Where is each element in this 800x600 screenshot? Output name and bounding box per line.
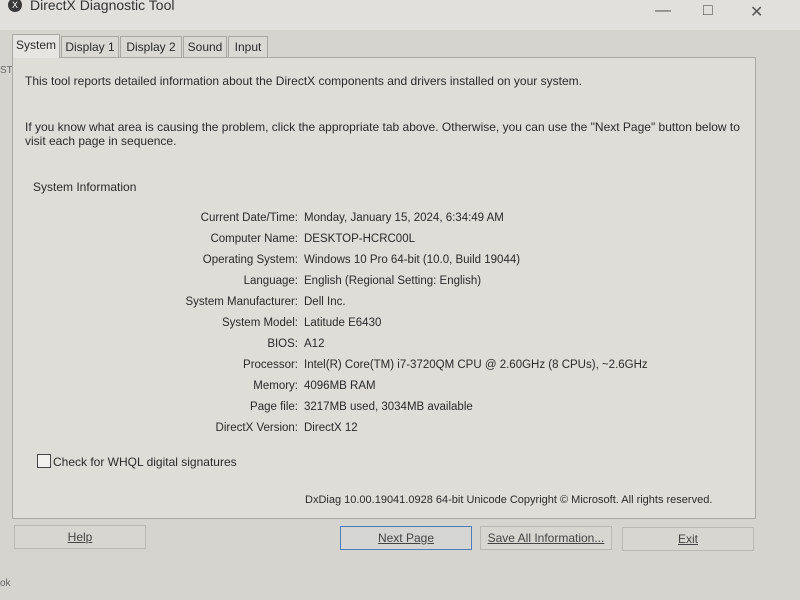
info-label: DirectX Version:: [215, 422, 298, 434]
info-row-memory: Memory: 4096MB RAM: [13, 380, 755, 400]
close-icon[interactable]: ✕: [750, 2, 763, 22]
info-value: A12: [304, 338, 325, 350]
background-window-edge-text: ok: [0, 578, 11, 589]
info-value: DirectX 12: [304, 422, 358, 434]
info-row-page-file: Page file: 3217MB used, 3034MB available: [13, 401, 755, 421]
info-label: Page file:: [250, 401, 298, 413]
section-title: System Information: [33, 180, 137, 194]
copyright-text: DxDiag 10.00.19041.0928 64-bit Unicode C…: [305, 494, 713, 506]
info-label: System Manufacturer:: [185, 296, 298, 308]
info-value: Latitude E6430: [304, 317, 382, 329]
help-button[interactable]: Help: [14, 525, 146, 549]
info-label: System Model:: [221, 317, 298, 329]
info-label: Processor:: [243, 359, 298, 371]
info-value: Dell Inc.: [304, 296, 346, 308]
window-title: DirectX Diagnostic Tool: [30, 0, 175, 13]
info-row-processor: Processor: Intel(R) Core(TM) i7-3720QM C…: [13, 359, 755, 379]
info-row-date-time: Current Date/Time: Monday, January 15, 2…: [13, 212, 755, 232]
info-label: Operating System:: [202, 254, 298, 266]
info-row-directx-version: DirectX Version: DirectX 12: [13, 422, 755, 442]
info-value: 3217MB used, 3034MB available: [304, 401, 473, 413]
info-value: Intel(R) Core(TM) i7-3720QM CPU @ 2.60GH…: [304, 359, 648, 371]
info-label: Computer Name:: [210, 233, 298, 245]
info-label: Memory:: [253, 380, 298, 392]
minimize-icon[interactable]: —: [655, 2, 671, 20]
info-row-language: Language: English (Regional Setting: Eng…: [13, 275, 755, 295]
info-row-manufacturer: System Manufacturer: Dell Inc.: [13, 296, 755, 316]
info-row-computer-name: Computer Name: DESKTOP-HCRC00L: [13, 233, 755, 253]
tab-display-2[interactable]: Display 2: [120, 36, 182, 57]
info-value: 4096MB RAM: [304, 380, 376, 392]
intro-help-text: If you know what area is causing the pro…: [25, 120, 740, 148]
whql-checkbox-label: Check for WHQL digital signatures: [53, 455, 237, 469]
save-all-information-button[interactable]: Save All Information...: [480, 526, 612, 550]
background-window-edge-text: ST: [0, 65, 13, 76]
info-row-operating-system: Operating System: Windows 10 Pro 64-bit …: [13, 254, 755, 274]
info-row-bios: BIOS: A12: [13, 338, 755, 358]
info-value: English (Regional Setting: English): [304, 275, 482, 287]
tab-display-1[interactable]: Display 1: [61, 36, 119, 57]
checkbox-icon[interactable]: [37, 454, 51, 468]
system-tab-panel: This tool reports detailed information a…: [12, 57, 756, 519]
intro-description: This tool reports detailed information a…: [25, 74, 582, 88]
info-label: Current Date/Time:: [200, 212, 298, 224]
whql-checkbox[interactable]: Check for WHQL digital signatures: [37, 454, 237, 469]
next-page-button[interactable]: Next Page: [340, 526, 472, 550]
info-label: BIOS:: [267, 338, 298, 350]
tab-sound[interactable]: Sound: [183, 36, 227, 57]
info-value: DESKTOP-HCRC00L: [304, 233, 415, 245]
info-value: Windows 10 Pro 64-bit (10.0, Build 19044…: [304, 254, 521, 266]
tab-system[interactable]: System: [12, 34, 60, 58]
info-row-model: System Model: Latitude E6430: [13, 317, 755, 337]
exit-button[interactable]: Exit: [622, 527, 754, 551]
title-bar: X DirectX Diagnostic Tool — □ ✕: [0, 0, 800, 30]
info-value: Monday, January 15, 2024, 6:34:49 AM: [304, 212, 504, 224]
directx-app-icon: X: [8, 0, 22, 12]
maximize-icon[interactable]: □: [703, 2, 713, 20]
info-label: Language:: [243, 275, 298, 287]
tab-input[interactable]: Input: [228, 36, 268, 57]
